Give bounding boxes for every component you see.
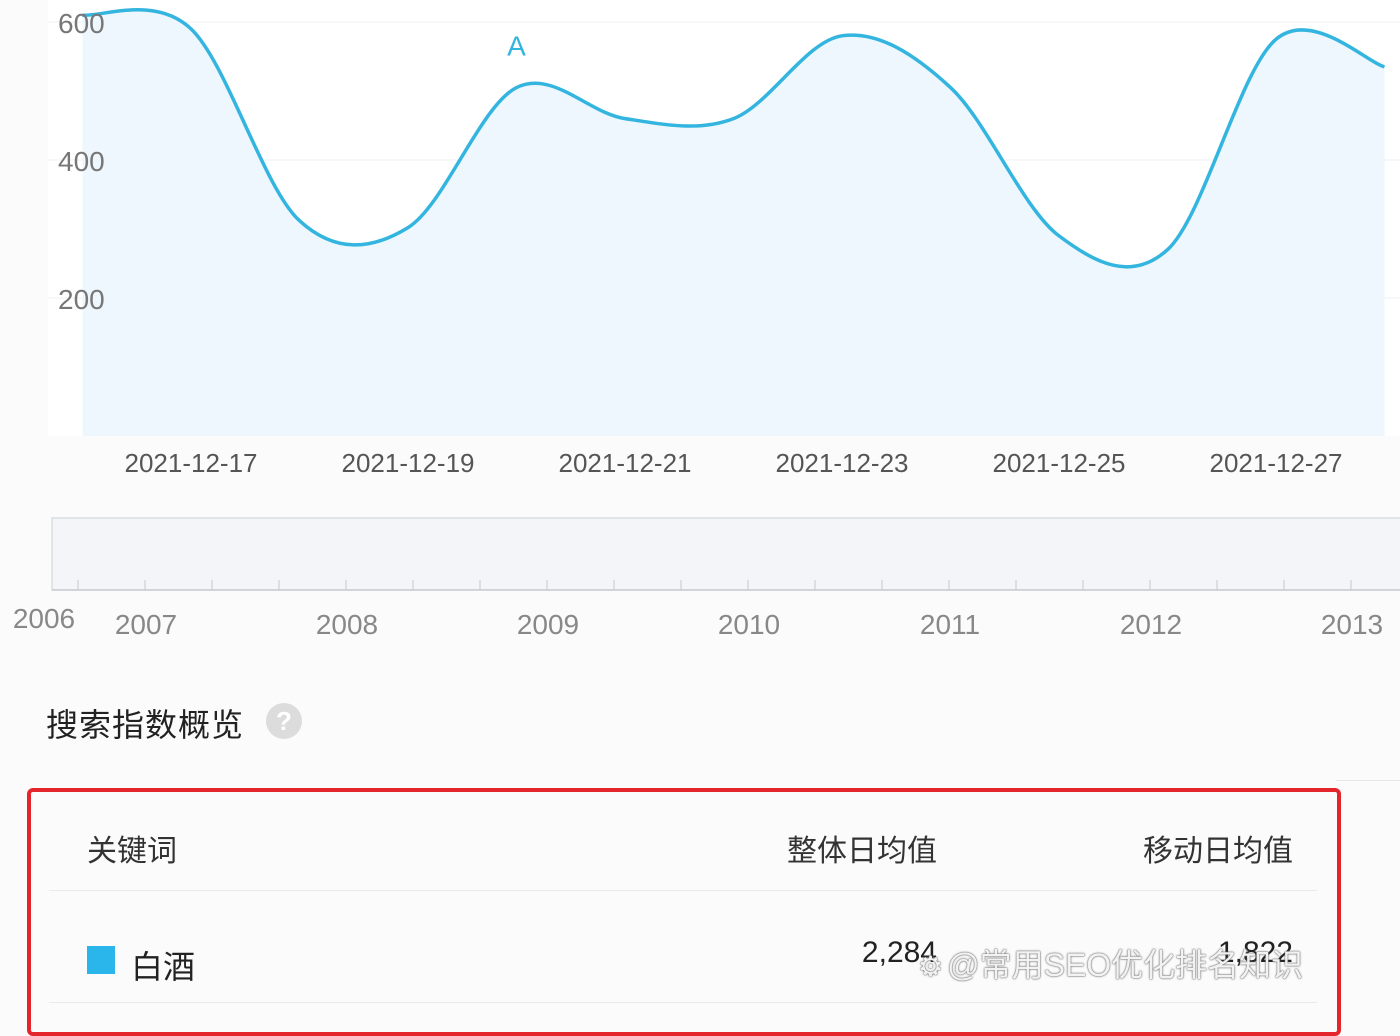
keyword-cell[interactable]: 白酒 — [131, 942, 195, 988]
column-header-overall-daily-avg: 整体日均值 — [787, 835, 937, 868]
overview-title: 搜索指数概览 — [46, 707, 245, 743]
overview-panel: 搜索指数概览 ? 关键词 整体日均值 移动日均值 白酒 2,284 1,822 … — [0, 0, 1400, 1036]
weibo-icon: ⚙ — [918, 951, 944, 982]
help-icon[interactable]: ? — [266, 703, 302, 739]
keyword-color-swatch — [87, 946, 115, 974]
column-header-keyword: 关键词 — [87, 835, 177, 868]
section-divider — [1336, 780, 1400, 781]
row-divider — [49, 1002, 1317, 1003]
watermark: ⚙ @常用SEO优化排名知识 — [918, 940, 1303, 986]
watermark-text: @常用SEO优化排名知识 — [947, 947, 1304, 983]
column-header-mobile-daily-avg: 移动日均值 — [1143, 835, 1293, 868]
header-divider — [49, 890, 1317, 891]
overview-table: 关键词 整体日均值 移动日均值 白酒 2,284 1,822 — [27, 788, 1341, 1036]
